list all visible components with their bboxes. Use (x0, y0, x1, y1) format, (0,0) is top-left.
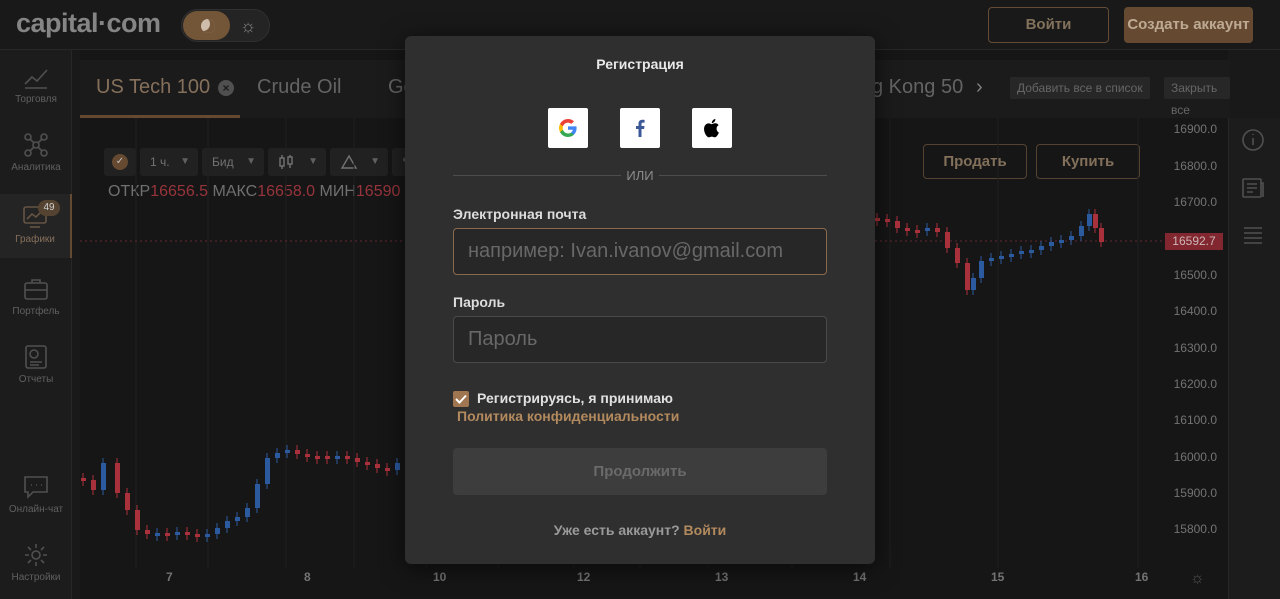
privacy-policy-link[interactable]: Политика конфиденциальности (457, 408, 679, 424)
modal-title: Регистрация (596, 56, 684, 72)
google-signin-button[interactable] (548, 108, 588, 148)
email-field[interactable] (453, 228, 827, 275)
password-label: Пароль (453, 294, 506, 310)
have-account-row: Уже есть аккаунт? Войти (405, 522, 875, 538)
facebook-icon (636, 119, 645, 137)
apple-signin-button[interactable] (692, 108, 732, 148)
apple-icon (704, 119, 719, 138)
consent-checkbox[interactable] (453, 391, 469, 407)
email-label: Электронная почта (453, 206, 587, 222)
login-link[interactable]: Войти (684, 522, 727, 538)
consent-text: Регистрируясь, я принимаю (477, 390, 673, 406)
registration-modal: Регистрация ИЛИ Электронная почта Пароль (405, 36, 875, 564)
continue-button[interactable]: Продолжить (453, 448, 827, 495)
password-field[interactable] (453, 316, 827, 363)
have-account-text: Уже есть аккаунт? (553, 522, 680, 538)
google-icon (559, 119, 577, 137)
checkmark-icon (455, 394, 467, 404)
facebook-signin-button[interactable] (620, 108, 660, 148)
divider-right (659, 175, 827, 176)
app-page: capital·com ☼ Войти Создать аккаунт Торг… (0, 0, 1280, 599)
